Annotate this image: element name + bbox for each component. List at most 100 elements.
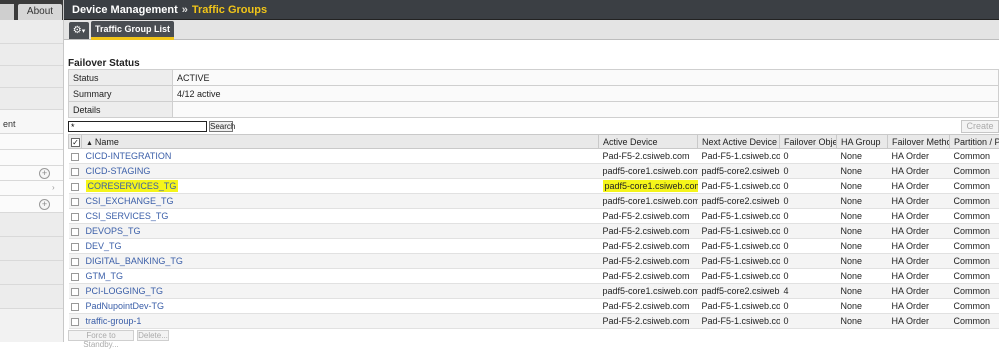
active-device-cell: Pad-F5-2.csiweb.com bbox=[599, 299, 698, 314]
row-checkbox-cell[interactable] bbox=[69, 209, 82, 224]
row-checkbox-cell[interactable] bbox=[69, 149, 82, 164]
row-checkbox[interactable] bbox=[71, 303, 79, 311]
tab-traffic-group-list[interactable]: Traffic Group List bbox=[91, 21, 174, 40]
sidebar-subitem[interactable]: + bbox=[0, 196, 63, 213]
breadcrumb-root[interactable]: Device Management bbox=[72, 4, 178, 16]
row-checkbox[interactable] bbox=[71, 228, 79, 236]
row-checkbox[interactable] bbox=[71, 153, 79, 161]
table-row[interactable]: DIGITAL_BANKING_TGPad-F5-2.csiweb.comPad… bbox=[69, 254, 999, 269]
sidebar-item[interactable] bbox=[0, 285, 63, 309]
traffic-group-link[interactable]: CICD-STAGING bbox=[86, 166, 151, 176]
row-checkbox[interactable] bbox=[71, 318, 79, 326]
traffic-group-link[interactable]: CORESERVICES_TG bbox=[86, 180, 179, 192]
sidebar-subitem[interactable] bbox=[0, 150, 63, 166]
row-checkbox[interactable] bbox=[71, 198, 79, 206]
active-device-cell: Pad-F5-2.csiweb.com bbox=[599, 209, 698, 224]
row-checkbox-cell[interactable] bbox=[69, 314, 82, 329]
column-header-partition-path[interactable]: Partition / Path bbox=[950, 135, 999, 149]
traffic-group-link[interactable]: traffic-group-1 bbox=[86, 316, 142, 326]
row-checkbox-cell[interactable] bbox=[69, 284, 82, 299]
failover-method-cell: HA Order bbox=[888, 149, 950, 164]
row-checkbox[interactable] bbox=[71, 183, 79, 191]
name-cell: GTM_TG bbox=[82, 269, 599, 284]
table-row[interactable]: CORESERVICES_TG padf5-core1.csiweb.com (S… bbox=[69, 179, 999, 194]
row-checkbox-cell[interactable] bbox=[69, 179, 82, 194]
table-row[interactable]: GTM_TGPad-F5-2.csiweb.comPad-F5-1.csiweb… bbox=[69, 269, 999, 284]
row-checkbox-cell[interactable] bbox=[69, 299, 82, 314]
table-header-row: ✓ ▲ Name Active Device Next Active Devic… bbox=[69, 135, 999, 149]
select-all-header[interactable]: ✓ bbox=[69, 135, 82, 149]
sidebar-item[interactable] bbox=[0, 44, 63, 66]
about-tab[interactable]: About bbox=[18, 4, 62, 20]
traffic-group-link[interactable]: DEV_TG bbox=[86, 241, 122, 251]
table-row[interactable]: traffic-group-1Pad-F5-2.csiweb.comPad-F5… bbox=[69, 314, 999, 329]
sidebar-item[interactable] bbox=[0, 20, 63, 44]
row-checkbox[interactable] bbox=[71, 243, 79, 251]
add-circle-icon[interactable]: + bbox=[39, 168, 50, 179]
sidebar-subitem[interactable]: + bbox=[0, 166, 63, 181]
status-row: Status ACTIVE bbox=[69, 70, 999, 86]
sidebar-tab-main[interactable] bbox=[0, 4, 14, 20]
traffic-group-link[interactable]: DEVOPS_TG bbox=[86, 226, 141, 236]
column-header-next-active-device[interactable]: Next Active Device bbox=[698, 135, 780, 149]
row-checkbox[interactable] bbox=[71, 258, 79, 266]
sidebar-subitem[interactable] bbox=[0, 134, 63, 150]
row-checkbox[interactable] bbox=[71, 213, 79, 221]
column-header-ha-group[interactable]: HA Group bbox=[837, 135, 888, 149]
ha-group-cell: None bbox=[837, 164, 888, 179]
active-device-cell: padf5-core1.csiweb.com (Self) bbox=[599, 179, 698, 194]
status-value: ACTIVE bbox=[173, 70, 999, 86]
column-header-failover-method[interactable]: Failover Method bbox=[888, 135, 950, 149]
traffic-group-link[interactable]: CSI_SERVICES_TG bbox=[86, 211, 169, 221]
active-device-value: Pad-F5-2.csiweb.com bbox=[603, 301, 690, 311]
next-active-device-cell: padf5-core2.csiweb.com bbox=[698, 284, 780, 299]
table-row[interactable]: CICD-STAGINGpadf5-core1.csiweb.com (Self… bbox=[69, 164, 999, 179]
delete-button[interactable]: Delete... bbox=[137, 330, 169, 341]
sidebar-item[interactable] bbox=[0, 88, 63, 110]
traffic-group-link[interactable]: DIGITAL_BANKING_TG bbox=[86, 256, 183, 266]
column-header-failover-objects[interactable]: Failover Objects bbox=[780, 135, 837, 149]
row-checkbox[interactable] bbox=[71, 168, 79, 176]
force-to-standby-button[interactable]: Force to Standby... bbox=[68, 330, 134, 341]
next-active-device-cell: Pad-F5-1.csiweb.com bbox=[698, 299, 780, 314]
row-checkbox-cell[interactable] bbox=[69, 269, 82, 284]
row-checkbox-cell[interactable] bbox=[69, 224, 82, 239]
table-row[interactable]: DEV_TGPad-F5-2.csiweb.comPad-F5-1.csiweb… bbox=[69, 239, 999, 254]
search-input[interactable] bbox=[68, 121, 207, 132]
table-row[interactable]: CSI_EXCHANGE_TGpadf5-core1.csiweb.com (S… bbox=[69, 194, 999, 209]
row-checkbox-cell[interactable] bbox=[69, 254, 82, 269]
failover-method-cell: HA Order bbox=[888, 224, 950, 239]
sidebar-item[interactable] bbox=[0, 261, 63, 285]
name-cell: CICD-INTEGRATION bbox=[82, 149, 599, 164]
failover-objects-cell: 4 bbox=[780, 284, 837, 299]
create-button[interactable]: Create bbox=[961, 120, 999, 133]
sidebar-subitem[interactable]: › bbox=[0, 181, 63, 196]
sidebar-item[interactable] bbox=[0, 66, 63, 88]
traffic-group-link[interactable]: CSI_EXCHANGE_TG bbox=[86, 196, 174, 206]
add-circle-icon[interactable]: + bbox=[39, 199, 50, 210]
row-checkbox-cell[interactable] bbox=[69, 194, 82, 209]
traffic-group-link[interactable]: GTM_TG bbox=[86, 271, 124, 281]
row-checkbox[interactable] bbox=[71, 273, 79, 281]
column-header-name[interactable]: ▲ Name bbox=[82, 135, 599, 149]
next-active-device-cell: Pad-F5-1.csiweb.com bbox=[698, 209, 780, 224]
table-row[interactable]: PadNupointDev-TG Pad-F5-2.csiweb.com Pad-F… bbox=[69, 299, 999, 314]
traffic-group-link[interactable]: CICD-INTEGRATION bbox=[86, 151, 172, 161]
column-header-active-device[interactable]: Active Device bbox=[599, 135, 698, 149]
table-row[interactable]: DEVOPS_TGPad-F5-2.csiweb.comPad-F5-1.csi… bbox=[69, 224, 999, 239]
row-checkbox-cell[interactable] bbox=[69, 239, 82, 254]
search-button[interactable]: Search bbox=[209, 121, 233, 132]
traffic-group-link[interactable]: PadNupointDev-TG bbox=[86, 301, 165, 311]
table-row[interactable]: CSI_SERVICES_TG Pad-F5-2.csiweb.comPad-F5… bbox=[69, 209, 999, 224]
sidebar-item[interactable] bbox=[0, 237, 63, 261]
ha-group-cell: None bbox=[837, 269, 888, 284]
select-all-checkbox[interactable]: ✓ bbox=[71, 138, 80, 147]
traffic-group-link[interactable]: PCI-LOGGING_TG bbox=[86, 286, 164, 296]
table-row[interactable]: PCI-LOGGING_TGpadf5-core1.csiweb.com (Se… bbox=[69, 284, 999, 299]
row-checkbox[interactable] bbox=[71, 288, 79, 296]
sidebar-item-device-management[interactable]: ent bbox=[0, 110, 63, 134]
gear-menu-button[interactable]: ⚙▾ bbox=[69, 22, 89, 39]
sidebar-item[interactable] bbox=[0, 213, 63, 237]
row-checkbox-cell[interactable] bbox=[69, 164, 82, 179]
table-row[interactable]: CICD-INTEGRATIONPad-F5-2.csiweb.comPad-F… bbox=[69, 149, 999, 164]
